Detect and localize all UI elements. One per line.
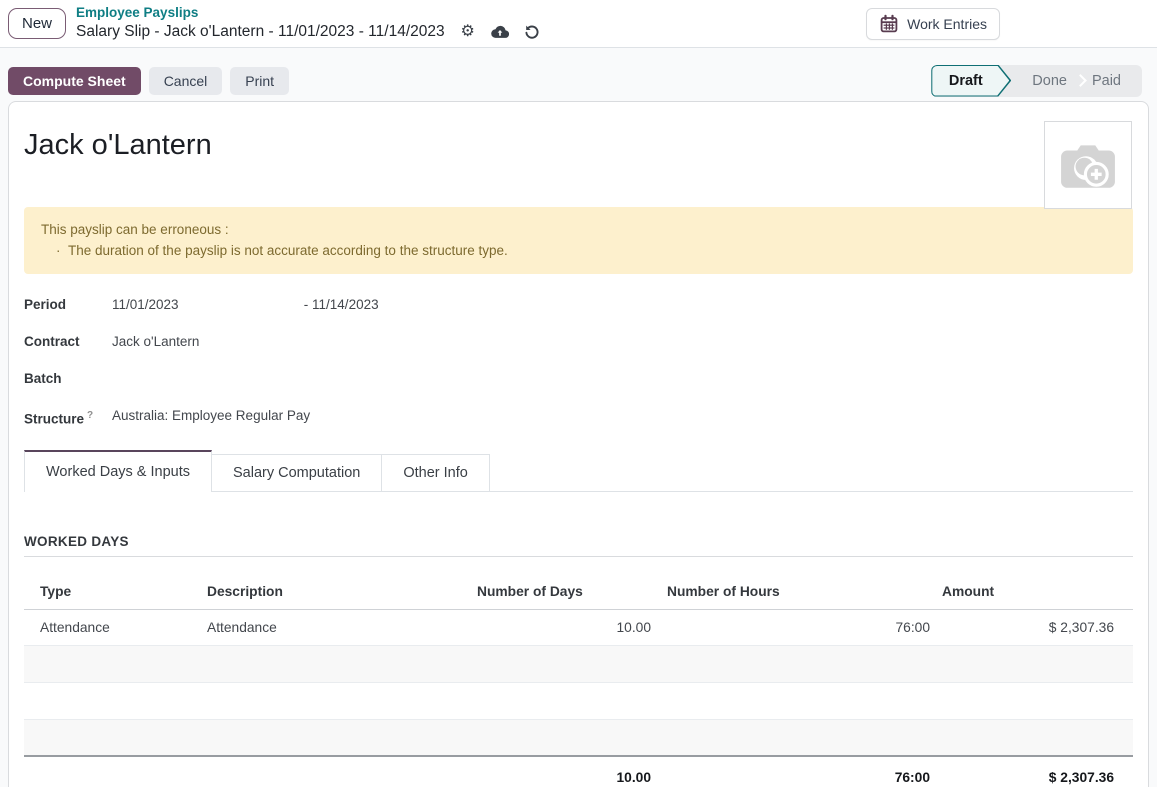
worked-days-section-title: WORKED DAYS bbox=[24, 534, 1133, 557]
cell-description[interactable]: Attendance bbox=[199, 609, 469, 645]
empty-table-row bbox=[24, 719, 1133, 756]
period-from-input[interactable]: 11/01/2023 bbox=[112, 294, 300, 315]
contract-field-row: Contract Jack o'Lantern bbox=[24, 331, 1133, 352]
camera-plus-icon bbox=[1059, 140, 1117, 190]
calendar-icon bbox=[879, 14, 899, 34]
worked-days-totals-row: 10.00 76:00 $ 2,307.36 bbox=[24, 756, 1133, 787]
period-field-row: Period 11/01/2023 - 11/14/2023 bbox=[24, 294, 1133, 315]
col-header-type[interactable]: Type bbox=[24, 574, 199, 610]
batch-field-row: Batch bbox=[24, 368, 1133, 389]
action-bar: Compute Sheet Cancel Print Draft Done Pa… bbox=[0, 48, 1157, 101]
tab-salary-computation[interactable]: Salary Computation bbox=[211, 454, 382, 491]
col-header-description[interactable]: Description bbox=[199, 574, 469, 610]
structure-field-row: Structure? Australia: Employee Regular P… bbox=[24, 405, 1133, 430]
structure-value[interactable]: Australia: Employee Regular Pay bbox=[112, 405, 310, 430]
field-group: Period 11/01/2023 - 11/14/2023 Contract … bbox=[24, 294, 1133, 430]
employee-photo-placeholder[interactable] bbox=[1044, 121, 1132, 209]
cell-amount[interactable]: $ 2,307.36 bbox=[934, 609, 1133, 645]
empty-table-row bbox=[24, 682, 1133, 719]
breadcrumb-current-title: Salary Slip - Jack o'Lantern - 11/01/202… bbox=[76, 22, 445, 41]
gear-icon[interactable]: ⚙ bbox=[459, 23, 477, 41]
warning-bullet: · bbox=[56, 240, 68, 261]
status-pipeline: Draft Done Paid bbox=[931, 65, 1142, 97]
contract-label: Contract bbox=[24, 331, 112, 352]
col-header-amount[interactable]: Amount bbox=[934, 574, 1133, 610]
cell-days[interactable]: 10.00 bbox=[469, 609, 659, 645]
warning-title: This payslip can be erroneous : bbox=[41, 219, 1116, 240]
help-question-icon: ? bbox=[87, 410, 93, 421]
period-label: Period bbox=[24, 294, 112, 315]
period-to-input[interactable]: 11/14/2023 bbox=[312, 297, 379, 312]
tab-other-info[interactable]: Other Info bbox=[381, 454, 489, 491]
new-button[interactable]: New bbox=[8, 8, 66, 39]
total-amount: $ 2,307.36 bbox=[934, 756, 1133, 787]
notebook-tabs: Worked Days & Inputs Salary Computation … bbox=[24, 450, 1133, 492]
col-header-number-of-hours[interactable]: Number of Hours bbox=[659, 574, 934, 610]
print-button[interactable]: Print bbox=[230, 67, 289, 95]
table-row-attendance[interactable]: Attendance Attendance 10.00 76:00 $ 2,30… bbox=[24, 609, 1133, 645]
period-separator: - bbox=[304, 297, 309, 312]
worked-days-header-row: Type Description Number of Days Number o… bbox=[24, 574, 1133, 610]
employee-name-title[interactable]: Jack o'Lantern bbox=[24, 129, 1133, 162]
cell-hours[interactable]: 76:00 bbox=[659, 609, 934, 645]
col-header-number-of-days[interactable]: Number of Days bbox=[469, 574, 659, 610]
cloud-save-icon[interactable] bbox=[491, 23, 509, 41]
payslip-form-sheet: Jack o'Lantern This payslip can be erron… bbox=[8, 101, 1149, 787]
warning-item-text: The duration of the payslip is not accur… bbox=[68, 243, 508, 258]
tab-worked-days-inputs[interactable]: Worked Days & Inputs bbox=[24, 450, 212, 492]
breadcrumb: Employee Payslips Salary Slip - Jack o'L… bbox=[76, 5, 541, 41]
breadcrumb-link-employee-payslips[interactable]: Employee Payslips bbox=[76, 5, 541, 22]
undo-discard-icon[interactable] bbox=[523, 23, 541, 41]
empty-table-row bbox=[24, 645, 1133, 682]
structure-label: Structure? bbox=[24, 405, 112, 430]
total-hours: 76:00 bbox=[659, 756, 934, 787]
cell-type[interactable]: Attendance bbox=[24, 609, 199, 645]
top-bar: New Employee Payslips Salary Slip - Jack… bbox=[0, 0, 1157, 48]
compute-sheet-button[interactable]: Compute Sheet bbox=[8, 67, 141, 95]
worked-days-tab-content: WORKED DAYS Type Description Number of D… bbox=[24, 492, 1133, 787]
work-entries-button[interactable]: Work Entries bbox=[866, 8, 1000, 40]
total-days: 10.00 bbox=[469, 756, 659, 787]
stage-draft[interactable]: Draft bbox=[931, 65, 1011, 97]
contract-value[interactable]: Jack o'Lantern bbox=[112, 331, 199, 352]
payslip-warning-banner: This payslip can be erroneous : ·The dur… bbox=[24, 207, 1133, 274]
work-entries-label: Work Entries bbox=[907, 16, 987, 32]
batch-label: Batch bbox=[24, 368, 112, 389]
cancel-button[interactable]: Cancel bbox=[149, 67, 223, 95]
worked-days-table: Type Description Number of Days Number o… bbox=[24, 574, 1133, 787]
